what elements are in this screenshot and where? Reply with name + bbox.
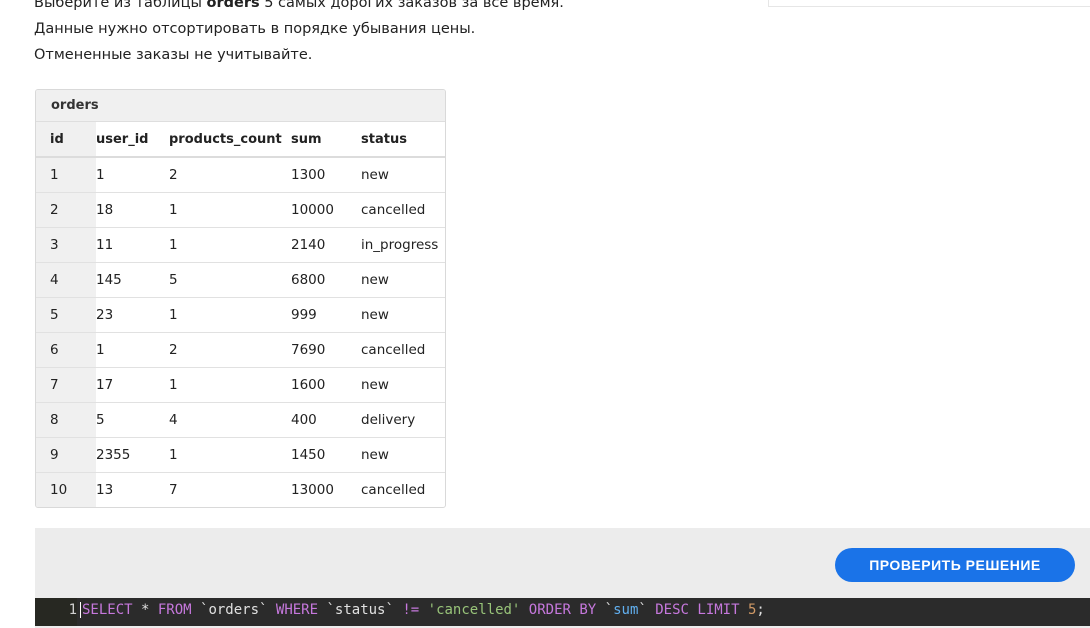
table-title: orders [36,90,445,122]
table-cell: 999 [291,297,361,333]
table-row: 6 1 2 7690 cancelled [36,332,445,368]
table-cell: cancelled [361,482,426,498]
column-header: status [361,122,445,158]
table-cell: new [361,157,445,193]
table-cell: 1 [96,157,169,193]
table-cell: 23 [96,297,169,333]
table-cell: 8 [36,402,96,438]
code-line[interactable]: SELECT * FROM `orders` WHERE `status` !=… [80,598,765,622]
column-header: user_id [96,122,169,158]
table-cell: new [361,297,445,333]
table-cell: new [361,437,445,473]
table-row: 7 17 1 1600 new [36,367,445,403]
table-cell: 5 [169,262,291,298]
table-cell: 6800 [291,262,361,298]
table-cell: 10000 [291,192,361,228]
table-cell: delivery [361,402,445,438]
text-cursor [80,602,81,618]
table-cell: 1 [36,157,96,193]
column-header: id [36,122,96,158]
table-cell: 1 [169,437,291,473]
table-cell: 1 [169,227,291,263]
table-cell: 1 [169,367,291,403]
table-cell: 2 [169,332,291,368]
orders-table: id user_id products_count sum status 112… [36,122,445,507]
task-line-3: Отмененные заказы не учитывайте. [34,47,313,63]
table-cell: 2 [169,157,291,193]
table-cell: new [361,367,445,403]
table-cell: 18 [96,192,169,228]
table-cell: 17 [96,367,169,403]
orders-table-card: orders id user_id products_count sum sta… [35,89,446,508]
table-cell: 6 [36,332,96,368]
table-row: 3 11 1 2140 in_progress [36,227,445,263]
column-header: sum [291,122,361,158]
table-row: 1 1 2 1300 new [36,157,445,193]
table-cell: 9 [36,437,96,473]
table-cell: 4 [36,262,96,298]
table-cell: 7 [36,367,96,403]
table-cell: 1 [96,332,169,368]
table-cell: 7 [169,482,178,498]
table-cell: 13 [96,482,114,498]
table-cell: 4 [169,402,291,438]
table-cell: 1 [169,192,291,228]
code-editor[interactable]: 1 SELECT * FROM `orders` WHERE `status` … [35,598,1090,626]
table-cell: 1300 [291,157,361,193]
table-cell: 2 [36,192,96,228]
check-solution-button[interactable]: ПРОВЕРИТЬ РЕШЕНИЕ [835,548,1075,582]
task-line-1: Выберите из таблицы orders 5 самых дорог… [34,0,564,16]
table-cell: new [361,262,445,298]
task-line-2: Данные нужно отсортировать в порядке убы… [34,21,476,37]
table-name-highlight: orders [206,0,260,11]
table-cell: 11 [96,227,169,263]
table-cell: 2355 [96,437,169,473]
table-cell: 1600 [291,367,361,403]
table-row: 4 145 5 6800 new [36,262,445,298]
side-panel [768,0,1090,7]
table-row: 5 23 1 999 new [36,297,445,333]
table-cell: 145 [96,262,169,298]
table-cell: 2140 [291,227,361,263]
table-cell: cancelled [361,192,445,228]
table-cell: 13000 [291,482,334,498]
table-row: 9 2355 1 1450 new [36,437,445,473]
table-row: 10 13 7 13000 cancelled [36,472,445,507]
table-cell: 10 [36,472,96,507]
line-number-gutter: 1 [35,598,77,626]
table-cell: 5 [96,402,169,438]
table-header-row: id user_id products_count sum status [36,122,445,158]
table-row: 2 18 1 10000 cancelled [36,192,445,228]
line-number: 1 [68,602,77,618]
table-cell: cancelled [361,332,445,368]
column-header: products_count [169,122,291,158]
table-cell: 5 [36,297,96,333]
task-description: Выберите из таблицы orders 5 самых дорог… [34,0,564,68]
table-cell: 7690 [291,332,361,368]
table-cell: 3 [36,227,96,263]
table-cell: 1 [169,297,291,333]
table-cell: 400 [291,402,361,438]
table-row: 8 5 4 400 delivery [36,402,445,438]
table-cell: in_progress [361,227,445,263]
table-cell: 1450 [291,437,361,473]
